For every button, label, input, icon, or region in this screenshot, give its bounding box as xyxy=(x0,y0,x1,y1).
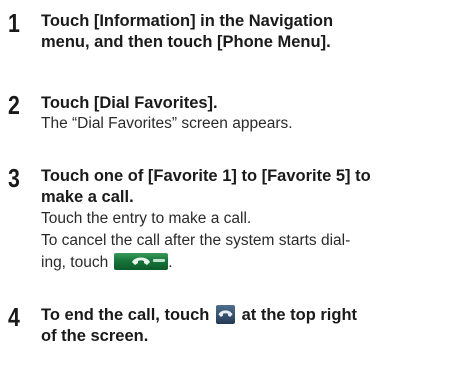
step-heading-line: To end the call, touch at the top right xyxy=(41,305,357,326)
step-body-line: ing, touch. xyxy=(41,252,350,274)
step-body-text: . xyxy=(168,254,173,271)
step-body-line: The “Dial Favorites” screen appears. xyxy=(41,115,293,132)
step-number: 3 xyxy=(8,163,20,193)
step-body-text: ing, touch xyxy=(41,254,109,271)
step-body: The “Dial Favorites” screen appears. xyxy=(41,113,293,135)
step-heading-text: To end the call, touch xyxy=(41,306,210,324)
step-heading-line: Touch [Information] in the Navigation xyxy=(41,12,334,30)
step-body-line: To cancel the call after the system star… xyxy=(41,232,351,249)
step-body: Touch the entry to make a call. To cance… xyxy=(41,208,350,274)
end-call-handset-icon xyxy=(114,253,169,270)
step-heading: Touch one of [Favorite 1] to [Favorite 5… xyxy=(41,166,371,208)
step-heading-line: Touch one of [Favorite 1] to [Favorite 5… xyxy=(41,167,371,185)
end-call-handset-icon xyxy=(215,305,235,324)
step-1: 1 Touch [Information] in the Navigation … xyxy=(8,8,460,68)
step-4: 4 To end the call, touch at the top righ… xyxy=(8,302,460,362)
step-number: 2 xyxy=(8,90,20,120)
step-number: 1 xyxy=(8,8,20,38)
step-heading-line: Touch [Dial Favorites]. xyxy=(41,94,218,112)
step-heading-text: at the top right xyxy=(241,306,358,324)
step-heading-line: menu, and then touch [Phone Menu]. xyxy=(41,33,331,51)
step-3: 3 Touch one of [Favorite 1] to [Favorite… xyxy=(8,163,460,283)
step-heading-line: of the screen. xyxy=(41,327,149,345)
handset-glyph xyxy=(132,257,151,265)
step-heading: Touch [Information] in the Navigation me… xyxy=(41,11,333,53)
step-heading: Touch [Dial Favorites]. xyxy=(41,93,218,114)
step-heading: To end the call, touch at the top right … xyxy=(41,305,357,347)
step-number: 4 xyxy=(8,302,20,332)
handset-glyph xyxy=(218,310,233,317)
step-heading-line: make a call. xyxy=(41,188,134,206)
step-body-line: Touch the entry to make a call. xyxy=(41,210,252,227)
step-2: 2 Touch [Dial Favorites]. The “Dial Favo… xyxy=(8,90,460,140)
